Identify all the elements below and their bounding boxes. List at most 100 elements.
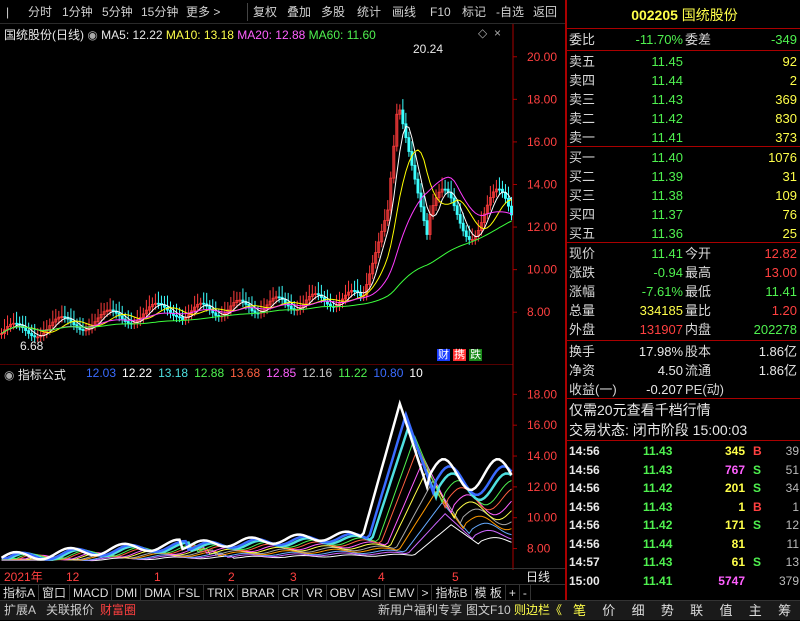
divider — [567, 146, 800, 147]
orderbook-row[interactable]: 买一 11.40 1076 — [567, 148, 800, 168]
panel-tab[interactable]: 细 — [624, 601, 653, 621]
orderbook-row[interactable]: 买二 11.39 31 — [567, 167, 800, 187]
indicator-tab[interactable]: FSL — [175, 585, 205, 601]
tab-5min[interactable]: 5分钟 — [102, 0, 133, 24]
sidebar-toggle[interactable]: 则边栏《 — [514, 602, 562, 618]
orderbook-row[interactable]: 卖五 11.45 92 — [567, 52, 800, 72]
candle-body — [178, 316, 182, 319]
indicator-tabs: 指标A 窗口 MACD DMI DMA FSL TRIX BRAR CR VR OBV ASI EMV >… — [0, 584, 565, 601]
mark-button[interactable]: 标记 — [462, 0, 486, 24]
period-selector[interactable]: 日线 — [526, 569, 550, 585]
indicator-tab[interactable]: ASI — [359, 585, 386, 601]
panel-tab[interactable]: 筹 — [770, 601, 799, 621]
tab-15min[interactable]: 15分钟 — [141, 0, 178, 24]
indicator-tab[interactable]: MACD — [70, 585, 113, 601]
tick-side: S — [753, 481, 762, 495]
f10-graphic-link[interactable]: 图文F10 — [466, 602, 511, 618]
panel-tab[interactable]: 价 — [594, 601, 623, 621]
orderbook-row[interactable]: 买四 11.37 76 — [567, 205, 800, 225]
candle-body — [425, 220, 429, 235]
candle-body — [156, 302, 160, 305]
kline-chart[interactable]: 20.00 18.00 16.00 14.00 12.00 10.00 8.00 国统股份(… — [0, 24, 565, 364]
orderbook-row[interactable]: 卖四 11.44 2 — [567, 71, 800, 91]
diamond-icon[interactable]: ◇ — [478, 26, 487, 40]
weicha-value: -349 — [770, 32, 797, 47]
back-button[interactable]: 返回 — [533, 0, 557, 24]
wealth-circle-tab[interactable]: 财富圈 — [100, 602, 136, 618]
panel-tab[interactable]: 主 — [741, 601, 770, 621]
tick-side: B — [753, 444, 762, 458]
stat-label: PE(动) — [685, 382, 725, 397]
tick-price: 11.43 — [643, 499, 673, 514]
indicator-tab[interactable]: DMA — [141, 585, 176, 601]
indicator-tab[interactable]: CR — [279, 585, 304, 601]
indicator-chart[interactable]: 18.00 16.00 14.00 12.00 10.00 8.00 ◉ 指标公式 12.… — [0, 363, 565, 570]
promo-text[interactable]: 仅需20元查看千档行情 — [569, 400, 711, 420]
tab-more[interactable]: 更多 > — [186, 0, 220, 24]
y-tick-label: 14.00 — [527, 177, 557, 191]
tick-side: S — [753, 462, 762, 477]
tab-1min[interactable]: 1分钟 — [62, 0, 93, 24]
orderbook-row[interactable]: 卖一 11.41 373 — [567, 128, 800, 148]
indicator-tab[interactable]: VR — [303, 585, 327, 601]
indicator-tab[interactable]: 指标A — [0, 585, 40, 601]
multi-stock-button[interactable]: 多股 — [321, 0, 345, 24]
tab-intraday[interactable]: 分时 — [28, 0, 52, 24]
new-user-promo-link[interactable]: 新用户福利专享 — [378, 602, 462, 618]
tick-row: 14:56 11.43 767 S 51 — [567, 461, 800, 479]
time-label: 5 — [452, 570, 459, 584]
level-volume: 830 — [775, 111, 797, 126]
ma60-line — [1, 220, 512, 334]
finance-badge[interactable]: 财 — [437, 349, 450, 361]
promo-row[interactable]: 仅需20元查看千档行情 — [567, 400, 800, 420]
settings-icon[interactable]: ◉ — [4, 368, 14, 382]
restore-rights-button[interactable]: 复权 — [253, 0, 277, 24]
indicator-tab[interactable]: DMI — [112, 585, 142, 601]
f10-button[interactable]: F10 — [430, 0, 451, 24]
indicator-tab[interactable]: 模 板 — [472, 585, 506, 601]
indicator-tab[interactable]: + — [506, 585, 520, 601]
separator — [247, 3, 248, 21]
orderbook-row[interactable]: 卖二 11.42 830 — [567, 109, 800, 129]
overlay-button[interactable]: 叠加 — [287, 0, 311, 24]
candle-body — [461, 222, 465, 232]
drop-badge[interactable]: 跌 — [469, 349, 483, 361]
indicator-tab[interactable]: > — [418, 585, 433, 601]
indicator-tab[interactable]: OBV — [327, 585, 360, 601]
stat-label: 外盘 — [569, 322, 596, 337]
indicator-tab[interactable]: 窗口 — [39, 585, 71, 601]
extend-tab[interactable]: 扩展A — [4, 602, 36, 618]
statistics-button[interactable]: 统计 — [357, 0, 381, 24]
panel-tab[interactable]: 势 — [653, 601, 682, 621]
panel-tab[interactable]: 笔 — [565, 601, 594, 621]
remove-watchlist-button[interactable]: -自选 — [496, 0, 524, 24]
indicator-tab[interactable]: TRIX — [204, 585, 239, 601]
divider — [567, 440, 800, 441]
chart-legend: 国统股份(日线) ◉ MA5: 12.22 MA10: 13.18 MA20: … — [4, 26, 376, 43]
stat-value: 13.00 — [764, 265, 797, 280]
tick-price: 11.43 — [643, 444, 673, 458]
event-badge[interactable]: 携 — [453, 349, 467, 361]
indicator-value: 11.22 — [338, 366, 368, 380]
indicator-tab[interactable]: BRAR — [238, 585, 279, 601]
tick-row: 14:56 11.42 171 S 12 — [567, 516, 800, 534]
orderbook-row[interactable]: 买三 11.38 109 — [567, 186, 800, 206]
draw-line-button[interactable]: 画线 — [392, 0, 416, 24]
close-icon[interactable]: × — [494, 26, 501, 40]
news-badges: 财 携 跌 — [437, 348, 483, 362]
indicator-tab[interactable]: EMV — [385, 585, 419, 601]
settings-icon[interactable]: ◉ — [87, 28, 97, 42]
quote-row: 现价 11.41 今开 12.82 — [567, 244, 800, 264]
indicator-tab[interactable]: - — [520, 585, 531, 601]
tick-volume: 171 — [724, 518, 745, 532]
indicator-tab[interactable]: 指标B — [432, 585, 472, 601]
orderbook-row[interactable]: 卖三 11.43 369 — [567, 90, 800, 110]
y-tick-label: 16.00 — [527, 418, 557, 432]
orderbook-row[interactable]: 买五 11.36 25 — [567, 224, 800, 244]
panel-tab[interactable]: 值 — [712, 601, 741, 621]
panel-tab[interactable]: 联 — [682, 601, 711, 621]
related-quote-tab[interactable]: 关联报价 — [46, 602, 94, 618]
time-label: 3 — [290, 570, 297, 584]
chevron-left-icon[interactable]: | — [6, 0, 9, 24]
kline-chart-svg: 20.00 18.00 16.00 14.00 12.00 10.00 8.00 — [0, 24, 557, 364]
